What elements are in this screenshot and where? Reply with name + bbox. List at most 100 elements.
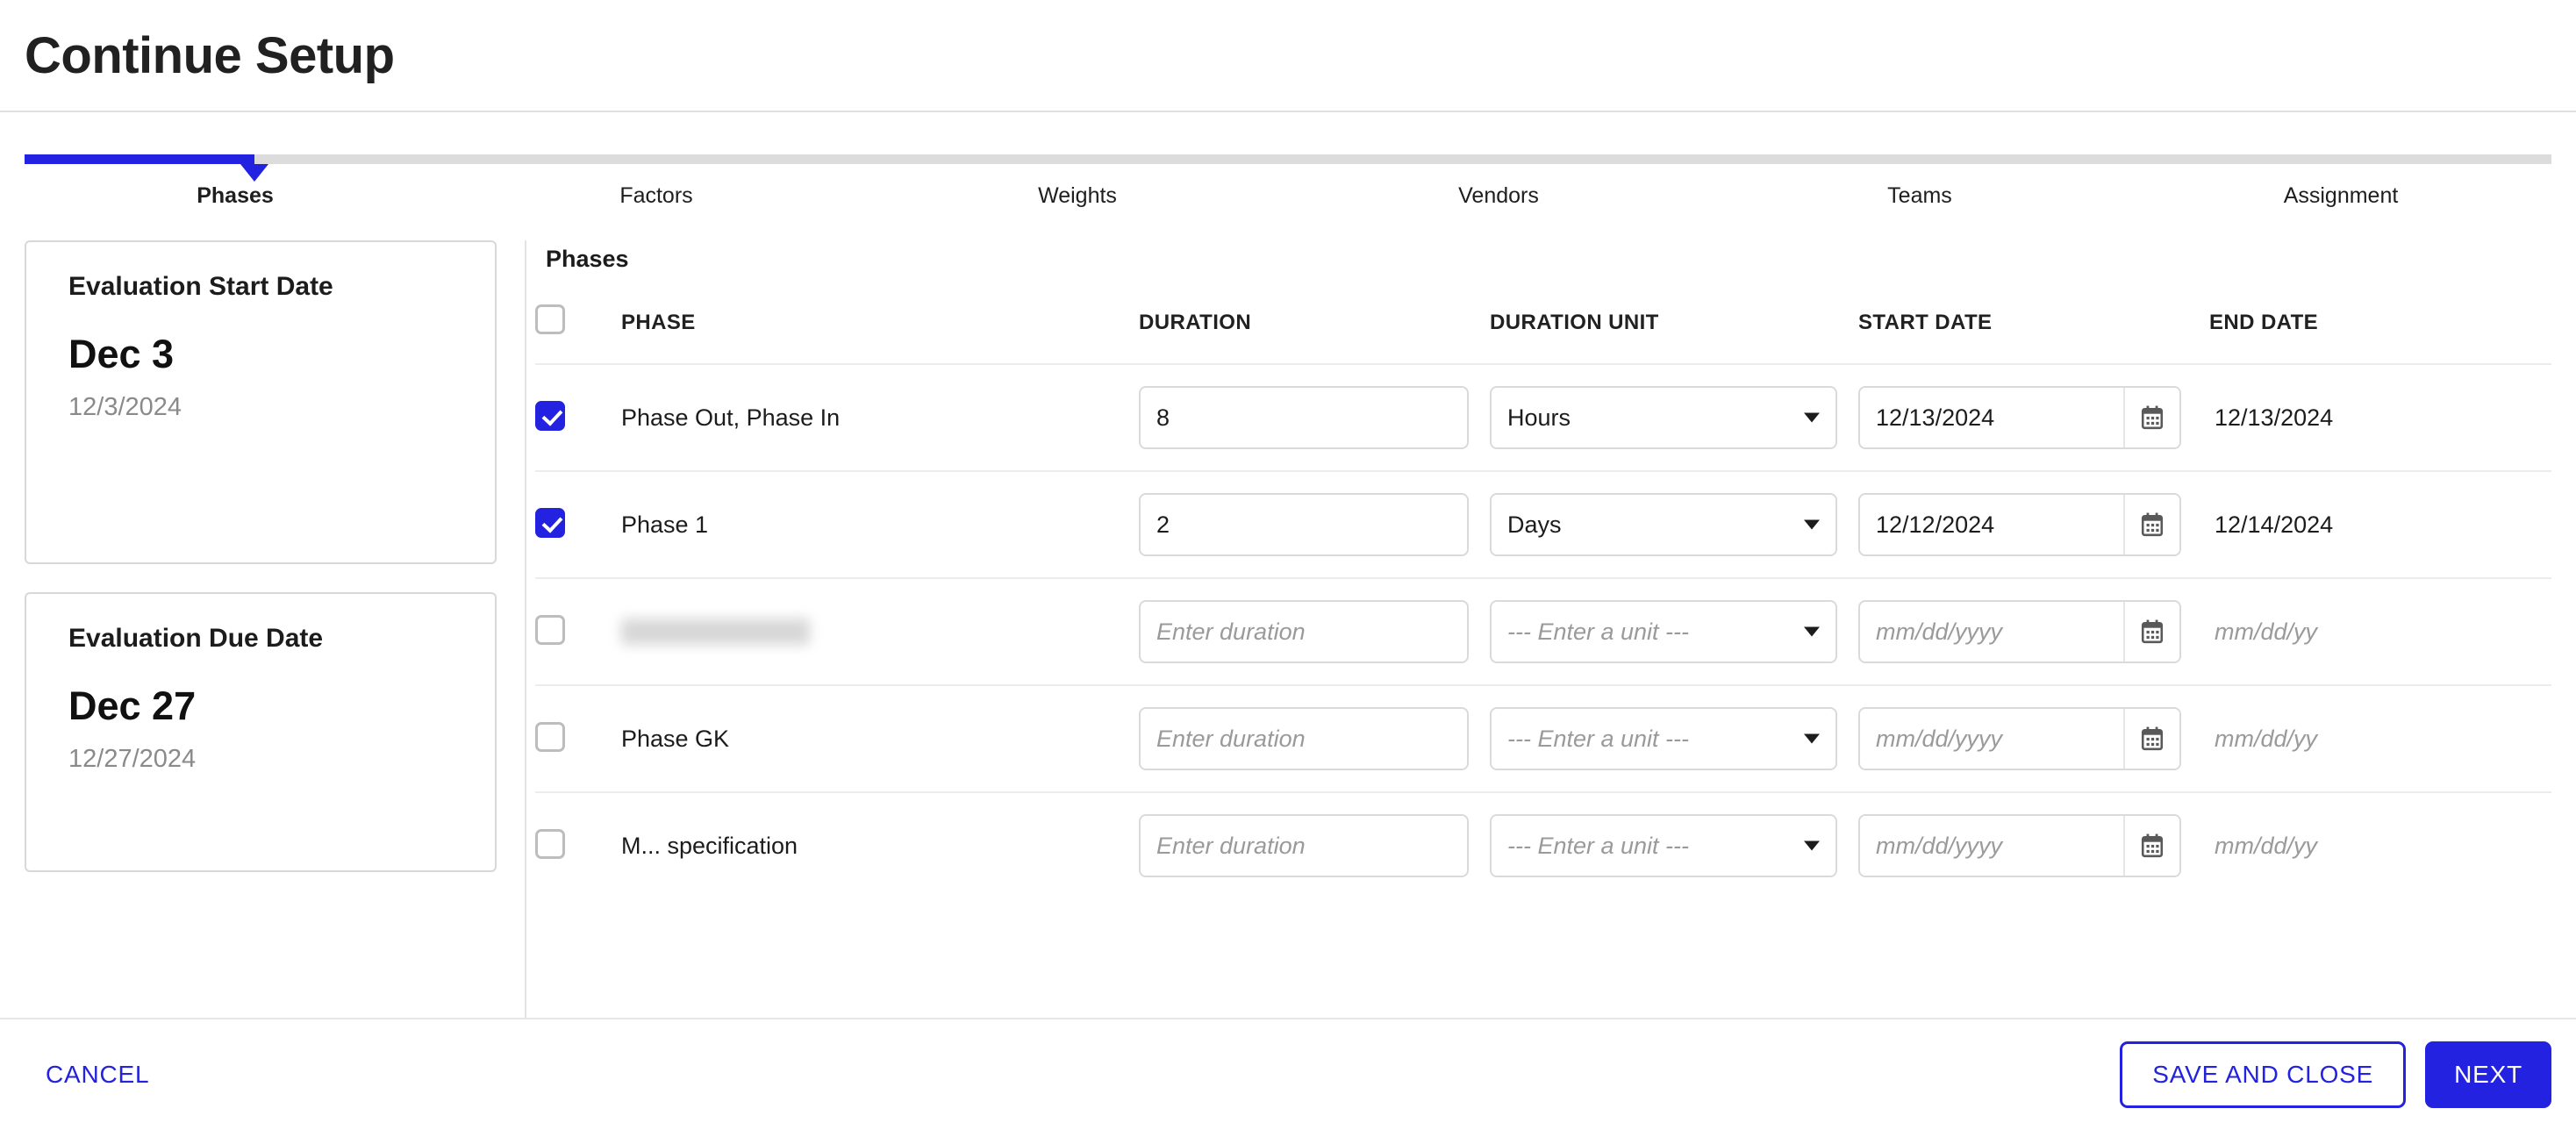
column-header-start-date: START DATE xyxy=(1858,310,1993,334)
select-all-cell xyxy=(535,304,621,364)
row-checkbox-cell xyxy=(535,577,621,685)
phases-table: PHASE DURATION DURATION UNIT START DATE … xyxy=(535,304,2551,898)
evaluation-start-date-title: Evaluation Start Date xyxy=(68,272,333,301)
row-end-date-cell: 12/14/2024 xyxy=(2209,470,2551,578)
calendar-icon[interactable] xyxy=(2123,495,2179,554)
duration-unit-select-wrap: Days xyxy=(1490,493,1837,556)
table-row: M... specification --- Enter a unit --- xyxy=(535,791,2551,898)
start-date-group xyxy=(1858,707,2181,770)
start-date-group xyxy=(1858,814,2181,877)
row-checkbox-cell xyxy=(535,791,621,898)
row-phase-cell: Phase Out, Phase In xyxy=(621,363,1139,471)
stepper-track xyxy=(25,154,2551,182)
table-row: Phase Out, Phase In Hours xyxy=(535,363,2551,471)
tab-weights-label: Weights xyxy=(1038,183,1117,208)
duration-unit-select[interactable]: --- Enter a unit --- xyxy=(1490,600,1837,663)
tab-weights[interactable]: Weights xyxy=(867,183,1288,225)
start-date-input[interactable] xyxy=(1860,602,2123,662)
duration-unit-select[interactable]: --- Enter a unit --- xyxy=(1490,707,1837,770)
phase-name: M... specification xyxy=(621,832,798,859)
calendar-icon[interactable] xyxy=(2123,388,2179,447)
row-start-date-cell xyxy=(1858,684,2209,792)
column-header-end-date: END DATE xyxy=(2209,310,2319,334)
evaluation-start-date-full: 12/3/2024 xyxy=(68,393,182,421)
column-header-duration-unit: DURATION UNIT xyxy=(1490,310,1659,334)
column-header-duration: DURATION xyxy=(1139,310,1252,334)
end-date-value: 12/14/2024 xyxy=(2215,511,2334,538)
row-duration-unit-cell: Hours xyxy=(1490,363,1858,471)
calendar-icon[interactable] xyxy=(2123,709,2179,769)
duration-unit-select[interactable]: Days xyxy=(1490,493,1837,556)
tab-teams[interactable]: Teams xyxy=(1709,183,2130,225)
row-checkbox[interactable] xyxy=(535,721,565,752)
start-date-input[interactable] xyxy=(1860,709,2123,769)
duration-input[interactable] xyxy=(1139,386,1469,449)
stepper-current-caret xyxy=(240,164,268,182)
row-checkbox-cell xyxy=(535,470,621,578)
phase-name-redacted xyxy=(621,619,810,645)
row-phase-cell: Phase GK xyxy=(621,684,1139,792)
row-checkbox-cell xyxy=(535,684,621,792)
select-all-checkbox[interactable] xyxy=(535,304,565,334)
start-date-group xyxy=(1858,386,2181,449)
duration-unit-select[interactable]: Hours xyxy=(1490,386,1837,449)
stepper-labels: Phases Factors Weights Vendors Teams Ass… xyxy=(25,164,2551,225)
page-title: Continue Setup xyxy=(25,26,395,84)
next-button[interactable]: NEXT xyxy=(2425,1041,2551,1108)
evaluation-start-date-value: Dec 3 xyxy=(68,332,175,376)
row-end-date-cell: mm/dd/yy xyxy=(2209,791,2551,898)
duration-unit-select-wrap: --- Enter a unit --- xyxy=(1490,600,1837,663)
card-spacer xyxy=(68,774,453,833)
table-row: Phase 1 Days xyxy=(535,470,2551,578)
row-phase-cell: Phase 1 xyxy=(621,470,1139,578)
save-and-close-button[interactable]: SAVE AND CLOSE xyxy=(2120,1041,2407,1108)
evaluation-due-date-value: Dec 27 xyxy=(68,683,197,728)
row-checkbox-cell xyxy=(535,363,621,471)
evaluation-due-date-full: 12/27/2024 xyxy=(68,745,197,773)
setup-content: Evaluation Start Date Dec 3 12/3/2024 Ev… xyxy=(0,225,2576,1041)
row-duration-unit-cell: Days xyxy=(1490,470,1858,578)
row-checkbox[interactable] xyxy=(535,400,565,431)
duration-unit-select-wrap: --- Enter a unit --- xyxy=(1490,814,1837,877)
start-date-input[interactable] xyxy=(1860,495,2123,554)
row-checkbox[interactable] xyxy=(535,614,565,645)
row-start-date-cell xyxy=(1858,470,2209,578)
tab-assignment[interactable]: Assignment xyxy=(2130,183,2551,225)
tab-assignment-label: Assignment xyxy=(2283,183,2399,208)
tab-factors-label: Factors xyxy=(619,183,693,208)
page-header: Continue Setup xyxy=(0,0,2576,112)
tab-teams-label: Teams xyxy=(1887,183,1952,208)
calendar-icon[interactable] xyxy=(2123,602,2179,662)
tab-vendors-label: Vendors xyxy=(1458,183,1539,208)
cancel-button[interactable]: CANCEL xyxy=(25,1048,170,1101)
row-end-date-cell: mm/dd/yy xyxy=(2209,684,2551,792)
start-date-input[interactable] xyxy=(1860,816,2123,876)
summary-cards-column: Evaluation Start Date Dec 3 12/3/2024 Ev… xyxy=(25,240,525,1041)
phases-section-title: Phases xyxy=(546,246,629,272)
stepper-progress-fill xyxy=(25,154,254,164)
tab-phases[interactable]: Phases xyxy=(25,183,446,225)
evaluation-due-date-title: Evaluation Due Date xyxy=(68,624,324,653)
card-spacer xyxy=(68,422,453,526)
end-date-value: mm/dd/yy xyxy=(2215,618,2318,645)
dialog-footer: CANCEL SAVE AND CLOSE NEXT xyxy=(0,1018,2576,1130)
end-date-value: 12/13/2024 xyxy=(2215,404,2334,431)
tab-factors[interactable]: Factors xyxy=(446,183,867,225)
start-date-input[interactable] xyxy=(1860,388,2123,447)
tab-vendors[interactable]: Vendors xyxy=(1288,183,1709,225)
table-row: Phase GK --- Enter a unit --- xyxy=(535,684,2551,792)
row-checkbox[interactable] xyxy=(535,507,565,538)
row-duration-cell xyxy=(1139,577,1490,685)
duration-input[interactable] xyxy=(1139,707,1469,770)
table-header-row: PHASE DURATION DURATION UNIT START DATE … xyxy=(535,304,2551,364)
calendar-icon[interactable] xyxy=(2123,816,2179,876)
row-checkbox[interactable] xyxy=(535,828,565,859)
duration-input[interactable] xyxy=(1139,600,1469,663)
end-date-value: mm/dd/yy xyxy=(2215,725,2318,752)
phase-name: Phase Out, Phase In xyxy=(621,404,841,431)
duration-input[interactable] xyxy=(1139,493,1469,556)
duration-input[interactable] xyxy=(1139,814,1469,877)
row-end-date-cell: 12/13/2024 xyxy=(2209,363,2551,471)
duration-unit-select[interactable]: --- Enter a unit --- xyxy=(1490,814,1837,877)
row-phase-cell: M... specification xyxy=(621,791,1139,898)
